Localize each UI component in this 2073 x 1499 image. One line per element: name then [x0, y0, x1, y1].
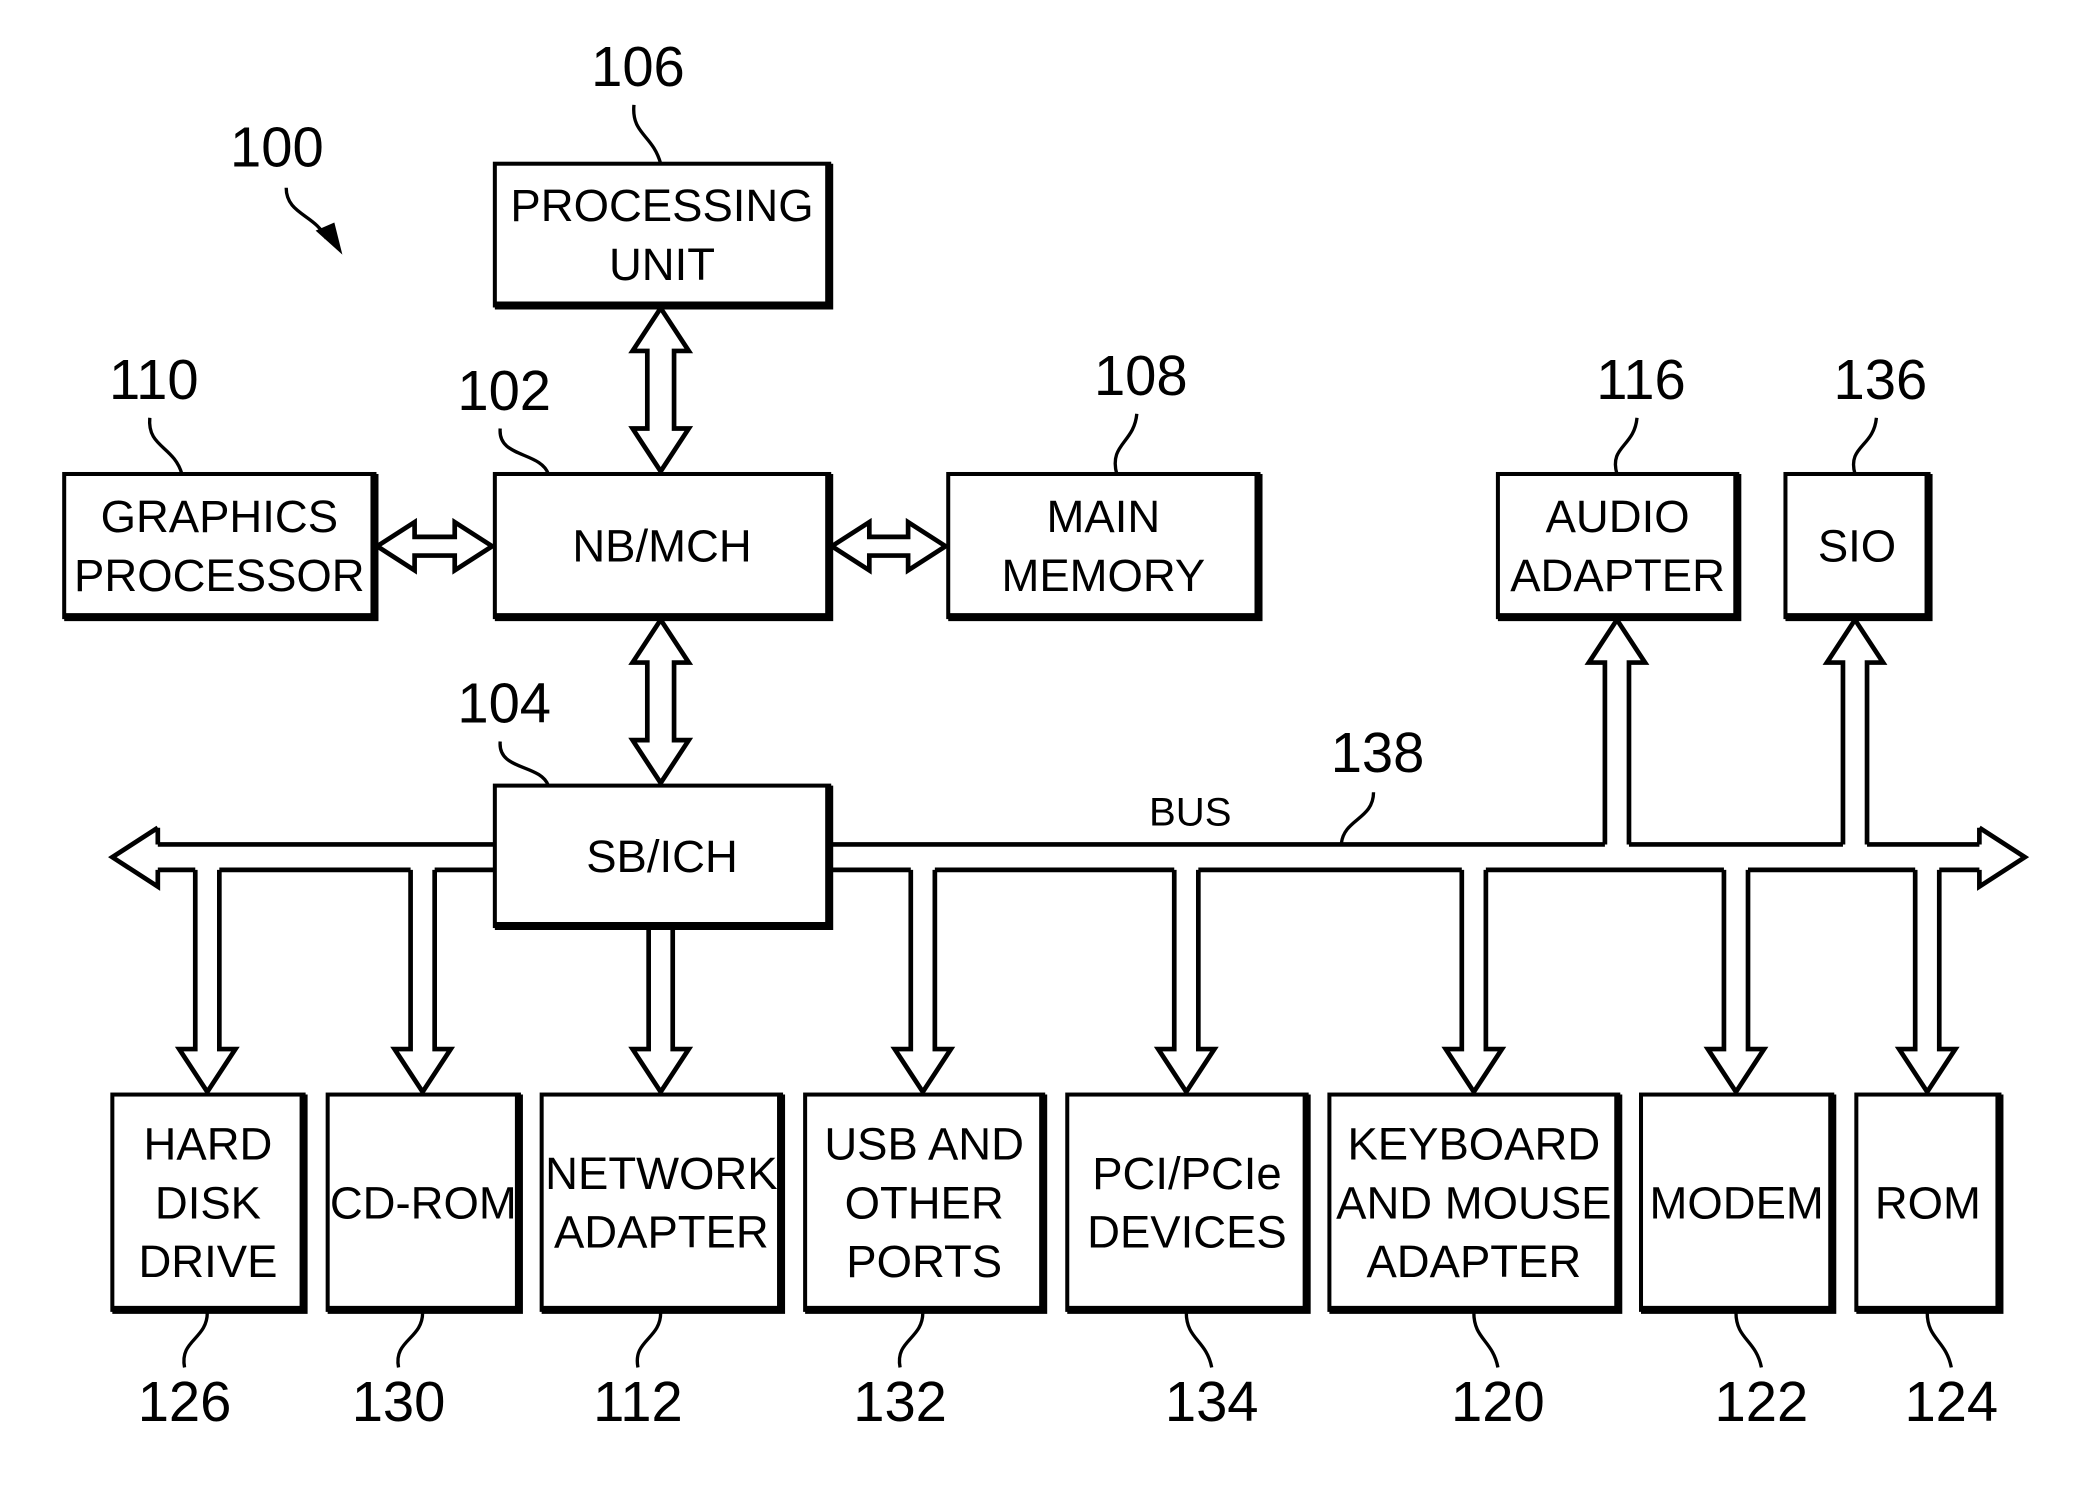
block-label-line: PORTS: [846, 1236, 1002, 1287]
processing-unit-block: PROCESSING UNIT 106: [492, 35, 834, 310]
block-ref-label: 122: [1715, 1370, 1809, 1433]
pu-nb-double-arrow-icon: [628, 303, 694, 476]
audio-adapter-block: AUDIO ADAPTER 116: [1495, 348, 1742, 622]
keyboard-mouse-adapter-block: KEYBOARD AND MOUSE ADAPTER 120: [1327, 1092, 1623, 1433]
block-label-line: PROCESSOR: [74, 550, 365, 601]
block-label-line: PCI/PCIe: [1092, 1148, 1282, 1199]
block-label-line: AND MOUSE: [1336, 1177, 1611, 1228]
block-label-line: SB/ICH: [586, 831, 738, 882]
bus-left-arrowhead-icon: [108, 825, 161, 891]
block-label-line: ADAPTER: [1510, 550, 1725, 601]
block-label-line: DEVICES: [1087, 1207, 1287, 1258]
block-label-line: ADAPTER: [554, 1207, 769, 1258]
block-label-line: UNIT: [609, 239, 715, 290]
nb-mch-block: NB/MCH 102: [457, 359, 834, 622]
block-label-line: MAIN: [1047, 491, 1161, 542]
bus-drop-arrow-icon: [1894, 869, 1960, 1097]
block-frame: [539, 1092, 784, 1312]
pci-devices-block: PCI/PCIe DEVICES 134: [1065, 1092, 1311, 1433]
block-ref-label: 126: [138, 1370, 232, 1433]
block-ref-leader: [1734, 1312, 1764, 1368]
block-label-line: AUDIO: [1546, 491, 1690, 542]
block-ref-label: 134: [1165, 1370, 1259, 1433]
block-label-line: DRIVE: [138, 1236, 277, 1287]
block-ref-leader: [1184, 1312, 1214, 1368]
block-ref-leader: [1113, 413, 1139, 475]
block-label-line: USB AND: [824, 1118, 1024, 1169]
block-ref-leader: [498, 741, 550, 787]
block-ref-label: 106: [591, 35, 685, 98]
block-ref-leader: [1472, 1312, 1500, 1368]
bus-drop-arrow-icon: [890, 869, 956, 1097]
bus-drop-arrow-icon: [1441, 869, 1507, 1097]
block-label-line: GRAPHICS: [101, 491, 338, 542]
nb-sb-double-arrow-icon: [628, 615, 694, 788]
bus-ref-leader: [1339, 792, 1376, 844]
nb-mem-double-arrow-icon: [827, 517, 950, 575]
block-ref-leader: [635, 1312, 663, 1368]
sio-block: SIO 136: [1783, 348, 1933, 622]
block-label-line: KEYBOARD: [1347, 1118, 1600, 1169]
block-ref-label: 132: [853, 1370, 947, 1433]
bus-ref-label: 138: [1331, 721, 1425, 784]
gp-nb-double-arrow-icon: [372, 517, 497, 575]
graphics-processor-block: GRAPHICS PROCESSOR 110: [62, 348, 379, 622]
block-label-line: DISK: [155, 1177, 261, 1228]
block-label-line: SIO: [1818, 521, 1896, 572]
network-adapter-block: NETWORK ADAPTER 112: [539, 1092, 786, 1433]
bus-rise-arrow-icon: [1822, 615, 1888, 845]
block-ref-leader: [498, 428, 550, 475]
block-ref-label: 102: [457, 359, 551, 422]
bus-drop-arrow-icon: [1153, 869, 1219, 1097]
block-label-line: PROCESSING: [510, 180, 813, 231]
block-label-line: MODEM: [1649, 1177, 1823, 1228]
usb-ports-block: USB AND OTHER PORTS 132: [803, 1092, 1048, 1433]
block-ref-label: 108: [1094, 344, 1188, 407]
block-label-line: ROM: [1875, 1177, 1981, 1228]
block-frame: [1065, 1092, 1309, 1312]
block-ref-label: 124: [1904, 1370, 1998, 1433]
block-ref-leader: [182, 1312, 209, 1368]
bus-label: BUS: [1149, 790, 1231, 835]
sb-network-arrow-icon: [628, 928, 694, 1097]
block-ref-label: 116: [1596, 348, 1686, 411]
block-ref-label: 112: [593, 1370, 683, 1433]
block-diagram: 100 BUS 138 PROCESSINGUNIT106GRAPHICSPRO…: [62, 35, 2030, 1433]
block-label-line: ADAPTER: [1366, 1236, 1581, 1287]
block-ref-leader: [396, 1312, 425, 1368]
blocks: PROCESSING UNIT 106 GRAPHICS PROCESSOR 110 NB/…: [62, 35, 2004, 1433]
block-label-line: MEMORY: [1001, 550, 1205, 601]
bus-drop-arrow-icon: [174, 869, 240, 1097]
bus-drop-arrow-icon: [1703, 869, 1769, 1097]
block-ref-label: 110: [109, 348, 199, 411]
block-ref-leader: [1613, 417, 1639, 475]
block-ref-label: 130: [352, 1370, 446, 1433]
bus-drop-arrow-icon: [390, 869, 456, 1097]
block-ref-label: 136: [1834, 348, 1928, 411]
modem-block: MODEM 122: [1639, 1092, 1837, 1433]
block-ref-leader: [632, 104, 663, 165]
block-ref-leader: [897, 1312, 925, 1368]
block-label-line: CD-ROM: [330, 1177, 517, 1228]
connectors: [174, 303, 1960, 1097]
block-ref-label: 120: [1451, 1370, 1545, 1433]
main-memory-block: MAIN MEMORY 108: [946, 344, 1263, 622]
block-ref-leader: [148, 417, 184, 475]
block-ref-label: 104: [457, 672, 551, 735]
block-label-line: NETWORK: [545, 1148, 777, 1199]
bus-right-arrowhead-icon: [1977, 825, 2030, 891]
block-ref-leader: [1925, 1312, 1953, 1368]
hard-disk-drive-block: HARD DISK DRIVE 126: [110, 1092, 308, 1433]
sb-ich-block: SB/ICH 104: [457, 672, 834, 931]
block-ref-leader: [1851, 417, 1879, 475]
block-label-line: NB/MCH: [572, 521, 751, 572]
cd-rom-block: CD-ROM 130: [325, 1092, 523, 1433]
block-label-line: HARD: [144, 1118, 273, 1169]
figure-ref-label: 100: [230, 115, 324, 178]
rom-block: ROM 124: [1854, 1092, 2004, 1433]
block-label-line: OTHER: [845, 1177, 1004, 1228]
bus-rise-arrow-icon: [1584, 615, 1650, 845]
